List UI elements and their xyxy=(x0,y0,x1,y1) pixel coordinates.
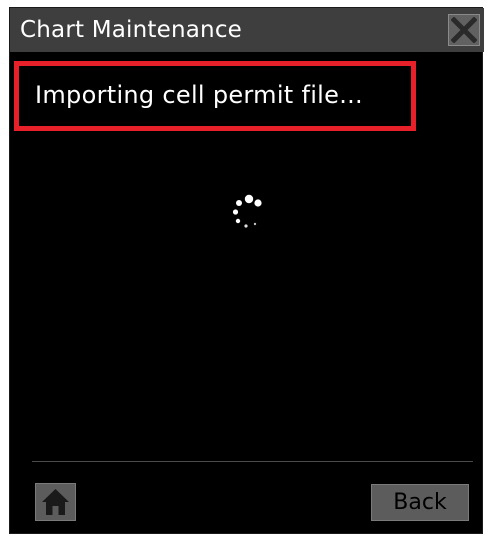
dialog-title: Chart Maintenance xyxy=(20,17,243,43)
close-button[interactable] xyxy=(448,14,480,46)
home-icon xyxy=(42,489,69,515)
close-icon xyxy=(451,17,477,43)
title-bar: Chart Maintenance xyxy=(10,8,484,52)
home-button[interactable] xyxy=(35,483,76,521)
status-message: Importing cell permit file... xyxy=(35,81,363,109)
status-highlight-box: Importing cell permit file... xyxy=(14,61,416,131)
back-button[interactable]: Back xyxy=(371,484,469,521)
footer-divider xyxy=(32,461,473,462)
loading-spinner-icon xyxy=(227,192,271,236)
chart-maintenance-dialog: Chart Maintenance Importing cell permit … xyxy=(9,7,484,534)
